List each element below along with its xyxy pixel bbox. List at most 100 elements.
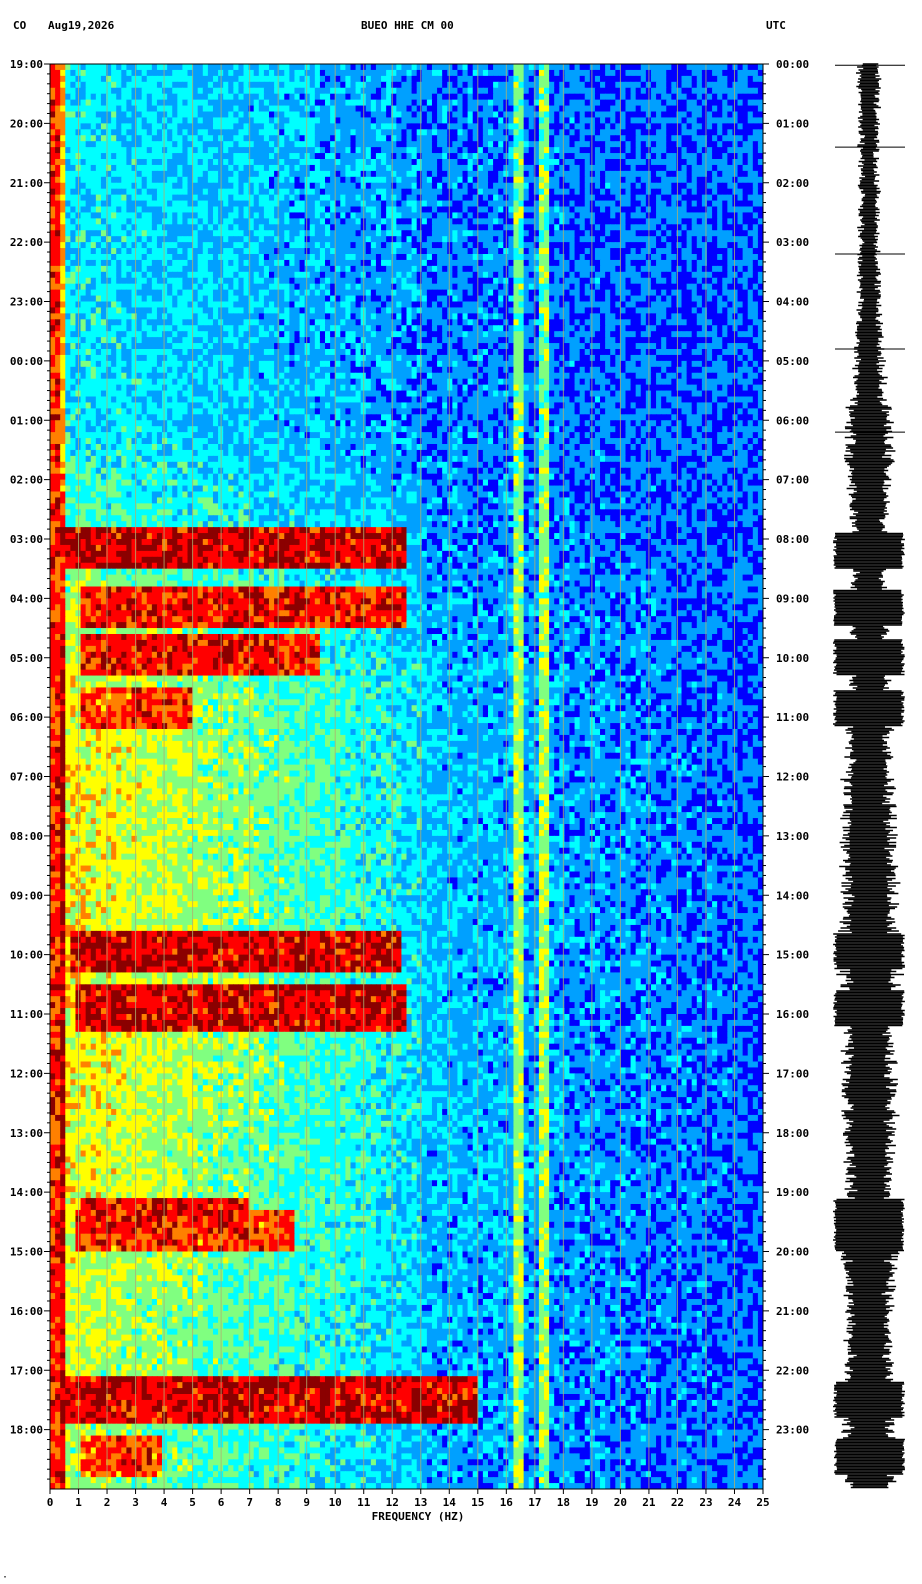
heatmap-cell <box>580 106 586 113</box>
heatmap-cell <box>162 76 168 83</box>
heatmap-cell <box>748 64 754 71</box>
heatmap-cell <box>483 76 489 83</box>
heatmap-cell <box>259 88 265 95</box>
heatmap-cell <box>452 88 458 95</box>
heatmap-cell <box>687 76 693 83</box>
heatmap-cell <box>172 64 178 71</box>
heatmap-cell <box>447 70 453 77</box>
heatmap-cell <box>50 112 56 119</box>
heatmap-cell <box>559 82 565 89</box>
heatmap-cell <box>452 82 458 89</box>
heatmap-cell <box>727 82 733 89</box>
heatmap-cell <box>182 64 188 71</box>
heatmap-cell <box>381 106 387 113</box>
heatmap-cell <box>452 100 458 107</box>
heatmap-cell <box>70 94 76 101</box>
heatmap-cell <box>60 64 66 71</box>
heatmap-cell <box>682 64 688 71</box>
heatmap-cell <box>167 82 173 89</box>
heatmap-cell <box>137 64 143 71</box>
heatmap-cell <box>137 100 143 107</box>
heatmap-cell <box>386 76 392 83</box>
heatmap-cell <box>519 76 525 83</box>
heatmap-cell <box>142 76 148 83</box>
heatmap-cell <box>238 64 244 71</box>
heatmap-cell <box>457 100 463 107</box>
heatmap-cell <box>356 76 362 83</box>
heatmap-cell <box>279 76 285 83</box>
heatmap-cell <box>554 76 560 83</box>
heatmap-cell <box>264 94 270 101</box>
heatmap-cell <box>91 82 97 89</box>
heatmap-cell <box>325 82 331 89</box>
heatmap-cell <box>356 100 362 107</box>
heatmap-cell <box>142 88 148 95</box>
heatmap-cell <box>595 100 601 107</box>
heatmap-cell <box>478 82 484 89</box>
heatmap-cell <box>101 112 107 119</box>
heatmap-cell <box>274 88 280 95</box>
heatmap-cell <box>452 64 458 71</box>
heatmap-cell <box>264 82 270 89</box>
heatmap-cell <box>631 70 637 77</box>
heatmap-cell <box>671 64 677 71</box>
heatmap-cell <box>671 82 677 89</box>
heatmap-cell <box>177 88 183 95</box>
heatmap-cell <box>356 94 362 101</box>
heatmap-cell <box>60 106 66 113</box>
heatmap-cell <box>539 106 545 113</box>
heatmap-cell <box>569 88 575 95</box>
heatmap-cell <box>452 70 458 77</box>
heatmap-cell <box>432 64 438 71</box>
heatmap-cell <box>345 82 351 89</box>
heatmap-cell <box>137 70 143 77</box>
heatmap-cell <box>50 106 56 113</box>
heatmap-cell <box>585 64 591 71</box>
heatmap-cell <box>575 82 581 89</box>
heatmap-cell <box>157 76 163 83</box>
heatmap-cell <box>585 106 591 113</box>
heatmap-cell <box>417 64 423 71</box>
heatmap-cell <box>661 94 667 101</box>
heatmap-cell <box>463 70 469 77</box>
heatmap-cell <box>182 82 188 89</box>
heatmap-cell <box>381 82 387 89</box>
heatmap-cell <box>208 100 214 107</box>
heatmap-cell <box>437 100 443 107</box>
heatmap-cell <box>305 106 311 113</box>
heatmap-cell <box>651 106 657 113</box>
heatmap-cell <box>493 88 499 95</box>
heatmap-cell <box>182 70 188 77</box>
heatmap-cell <box>198 106 204 113</box>
heatmap-cell <box>116 70 122 77</box>
heatmap-cell <box>126 100 132 107</box>
heatmap-cell <box>590 64 596 71</box>
heatmap-cell <box>447 106 453 113</box>
heatmap-cell <box>605 100 611 107</box>
heatmap-cell <box>182 76 188 83</box>
heatmap-cell <box>310 76 316 83</box>
heatmap-cell <box>539 88 545 95</box>
heatmap-cell <box>575 76 581 83</box>
heatmap-cell <box>111 100 117 107</box>
heatmap-cell <box>564 106 570 113</box>
heatmap-cell <box>702 88 708 95</box>
heatmap-cell <box>121 70 127 77</box>
heatmap-cell <box>81 76 87 83</box>
heatmap-cell <box>193 82 199 89</box>
heatmap-cell <box>707 76 713 83</box>
heatmap-cell <box>595 64 601 71</box>
heatmap-cell <box>294 76 300 83</box>
heatmap-cell <box>228 88 234 95</box>
heatmap-cell <box>432 70 438 77</box>
heatmap-cell <box>631 100 637 107</box>
heatmap-cell <box>427 76 433 83</box>
heatmap-cell <box>463 82 469 89</box>
heatmap-cell <box>610 70 616 77</box>
heatmap-cell <box>96 82 102 89</box>
heatmap-cell <box>269 100 275 107</box>
heatmap-cell <box>366 88 372 95</box>
heatmap-cell <box>213 76 219 83</box>
heatmap-cell <box>162 70 168 77</box>
heatmap-cell <box>427 88 433 95</box>
